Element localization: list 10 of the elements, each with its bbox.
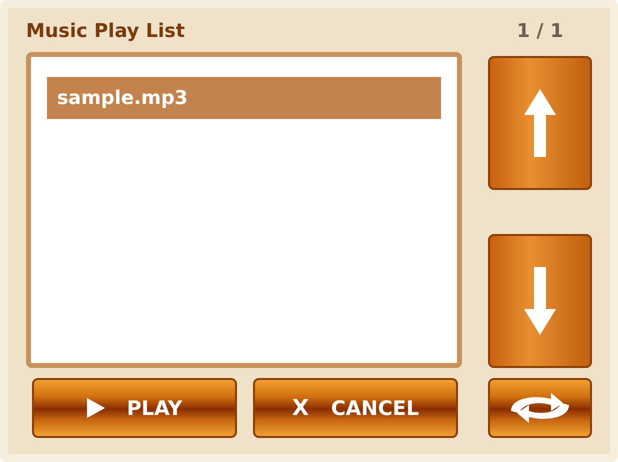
play-button[interactable]: PLAY: [32, 378, 237, 438]
down-arrow-icon: [522, 265, 558, 337]
scroll-down-button[interactable]: [488, 234, 592, 368]
cancel-button[interactable]: X CANCEL: [253, 378, 458, 438]
up-arrow-icon: [522, 87, 558, 159]
play-icon: [86, 398, 105, 418]
repeat-button[interactable]: [488, 378, 592, 438]
scroll-up-button[interactable]: [488, 56, 592, 190]
list-title: Music Play List: [26, 20, 186, 42]
page-counter: 1 / 1: [516, 20, 564, 42]
